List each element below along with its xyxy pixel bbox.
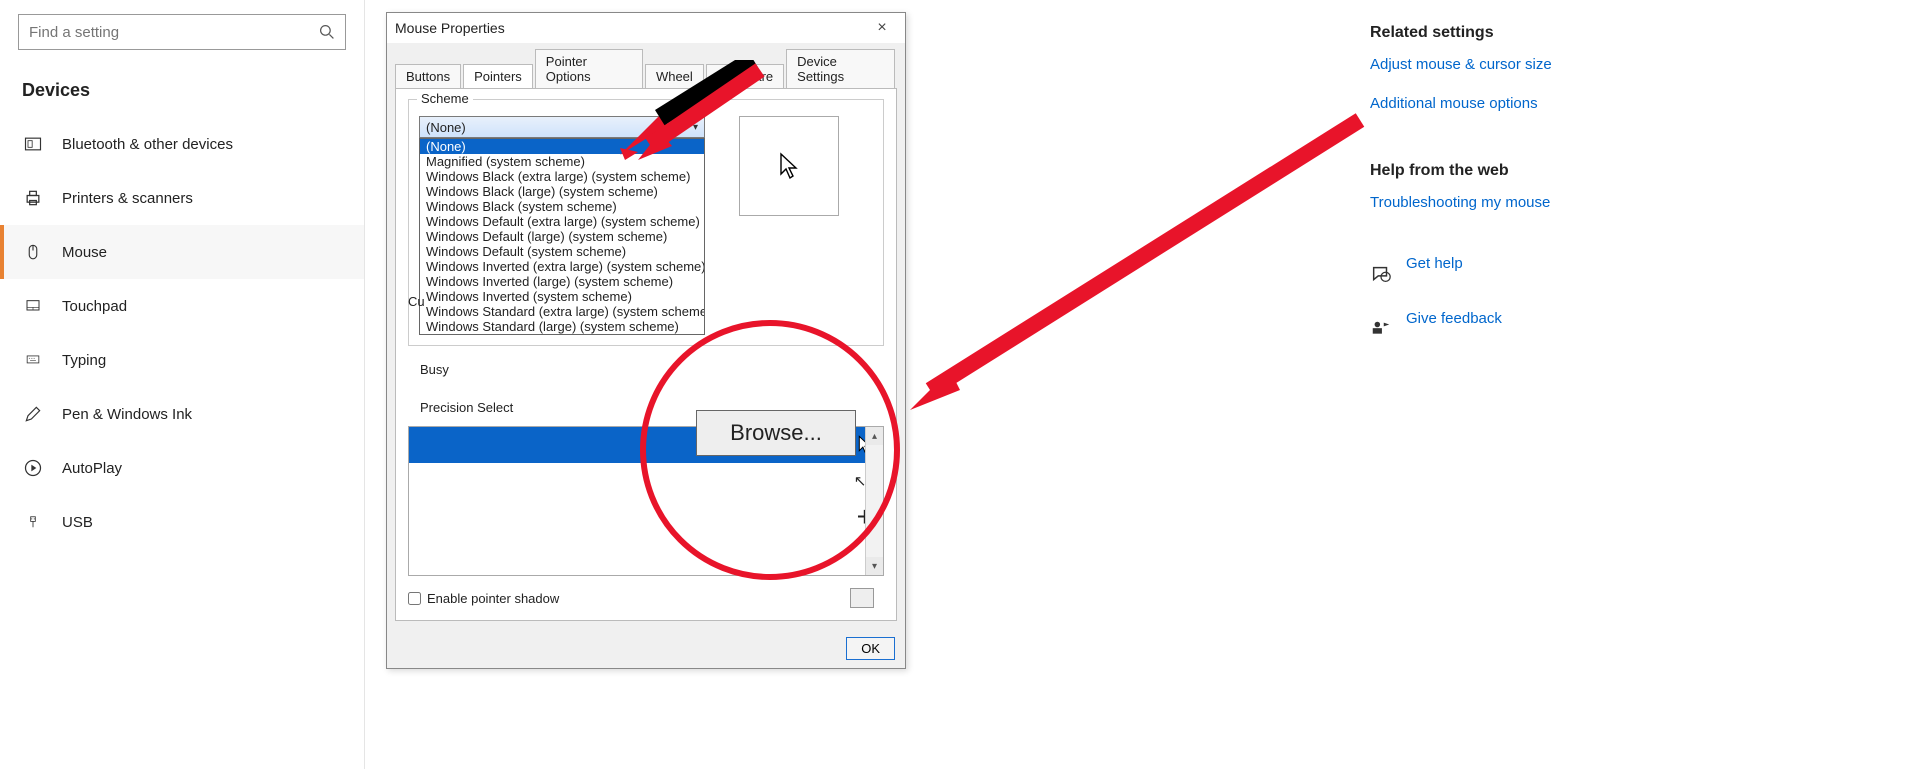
printer-icon xyxy=(22,187,44,209)
cursor-list-row[interactable]: ↖? xyxy=(409,463,883,499)
browse-button[interactable]: Browse... xyxy=(696,410,856,456)
list-scrollbar[interactable]: ▴ ▾ xyxy=(865,427,883,575)
feedback-icon xyxy=(1370,319,1392,341)
scheme-option[interactable]: Windows Standard (extra large) (system s… xyxy=(420,304,704,319)
scheme-option[interactable]: Windows Inverted (system scheme) xyxy=(420,289,704,304)
scheme-option[interactable]: Windows Default (extra large) (system sc… xyxy=(420,214,704,229)
scheme-option[interactable]: Windows Black (large) (system scheme) xyxy=(420,184,704,199)
sidebar-item-label: Typing xyxy=(62,352,106,369)
tab-pointers[interactable]: Pointers xyxy=(463,64,533,89)
autoplay-icon xyxy=(22,457,44,479)
cursor-arrow-icon xyxy=(778,152,800,180)
scroll-up-icon[interactable]: ▴ xyxy=(866,427,883,445)
mouse-properties-dialog: Mouse Properties × ButtonsPointersPointe… xyxy=(386,12,906,669)
mouse-icon xyxy=(22,241,44,263)
link-adjust-mouse-cursor-size[interactable]: Adjust mouse & cursor size xyxy=(1370,56,1620,73)
get-help-link[interactable]: Get help xyxy=(1370,255,1620,294)
give-feedback-label[interactable]: Give feedback xyxy=(1406,310,1502,327)
sidebar-item-mouse[interactable]: Mouse xyxy=(0,225,364,279)
sidebar-heading: Devices xyxy=(0,60,364,117)
scheme-dropdown[interactable]: (None) ▾ xyxy=(419,116,705,138)
scheme-option[interactable]: Windows Inverted (large) (system scheme) xyxy=(420,274,704,289)
scroll-down-icon[interactable]: ▾ xyxy=(866,557,883,575)
sidebar-item-label: Mouse xyxy=(62,244,107,261)
related-settings-column: Related settings Adjust mouse & cursor s… xyxy=(1370,14,1620,365)
busy-label: Busy xyxy=(420,362,449,377)
enable-pointer-shadow-checkbox[interactable] xyxy=(408,592,421,605)
sidebar-item-label: Touchpad xyxy=(62,298,127,315)
tab-device-settings[interactable]: Device Settings xyxy=(786,49,895,88)
settings-sidebar: Devices Bluetooth & other devices Printer… xyxy=(0,0,365,769)
scheme-fieldset: Scheme (None) ▾ (None)Magnified (system … xyxy=(408,99,884,346)
scheme-option[interactable]: Windows Black (system scheme) xyxy=(420,199,704,214)
sidebar-item-label: USB xyxy=(62,514,93,531)
sidebar-item-label: Pen & Windows Ink xyxy=(62,406,192,423)
enable-pointer-shadow-label: Enable pointer shadow xyxy=(427,591,559,606)
get-help-label[interactable]: Get help xyxy=(1406,255,1463,272)
sidebar-item-keyboard[interactable]: Typing xyxy=(0,333,364,387)
use-default-button-fragment[interactable] xyxy=(850,588,874,608)
scheme-option[interactable]: Windows Black (extra large) (system sche… xyxy=(420,169,704,184)
sidebar-item-printer[interactable]: Printers & scanners xyxy=(0,171,364,225)
tab-pointer-options[interactable]: Pointer Options xyxy=(535,49,643,88)
scheme-option[interactable]: (None) xyxy=(420,139,704,154)
chat-icon xyxy=(1370,264,1392,286)
scheme-option[interactable]: Windows Standard (large) (system scheme) xyxy=(420,319,704,334)
sidebar-item-pen[interactable]: Pen & Windows Ink xyxy=(0,387,364,441)
annotation-arrow-browse xyxy=(890,110,1370,410)
scheme-option[interactable]: Windows Inverted (extra large) (system s… xyxy=(420,259,704,274)
cursor-list-row[interactable]: + xyxy=(409,499,883,535)
sidebar-nav: Bluetooth & other devices Printers & scan… xyxy=(0,117,364,549)
ok-button[interactable]: OK xyxy=(846,637,895,660)
sidebar-item-label: Printers & scanners xyxy=(62,190,193,207)
sidebar-item-autoplay[interactable]: AutoPlay xyxy=(0,441,364,495)
cursor-preview-box xyxy=(739,116,839,216)
dialog-title: Mouse Properties xyxy=(395,20,505,36)
pointers-tab-body: Scheme (None) ▾ (None)Magnified (system … xyxy=(395,88,897,621)
link-troubleshooting-mouse[interactable]: Troubleshooting my mouse xyxy=(1370,194,1620,211)
usb-icon xyxy=(22,511,44,533)
scheme-dropdown-list[interactable]: (None)Magnified (system scheme)Windows B… xyxy=(419,138,705,335)
touchpad-icon xyxy=(22,295,44,317)
dialog-close-button[interactable]: × xyxy=(867,16,897,40)
customize-label-fragment: Cu xyxy=(408,294,425,309)
bluetooth-icon xyxy=(22,133,44,155)
scheme-selected-value: (None) xyxy=(426,120,466,135)
tab-hardware[interactable]: Hardware xyxy=(706,64,784,88)
sidebar-item-label: Bluetooth & other devices xyxy=(62,136,233,153)
sidebar-item-bluetooth[interactable]: Bluetooth & other devices xyxy=(0,117,364,171)
precision-select-label: Precision Select xyxy=(420,400,513,415)
scheme-option[interactable]: Windows Default (large) (system scheme) xyxy=(420,229,704,244)
search-input[interactable] xyxy=(29,24,319,41)
search-icon xyxy=(319,24,335,40)
tab-wheel[interactable]: Wheel xyxy=(645,64,704,88)
give-feedback-link[interactable]: Give feedback xyxy=(1370,310,1620,349)
dialog-tabs: ButtonsPointersPointer OptionsWheelHardw… xyxy=(387,43,905,88)
link-additional-mouse-options[interactable]: Additional mouse options xyxy=(1370,95,1620,112)
tab-buttons[interactable]: Buttons xyxy=(395,64,461,88)
scheme-option[interactable]: Magnified (system scheme) xyxy=(420,154,704,169)
sidebar-item-usb[interactable]: USB xyxy=(0,495,364,549)
sidebar-item-label: AutoPlay xyxy=(62,460,122,477)
keyboard-icon xyxy=(22,349,44,371)
scheme-option[interactable]: Windows Default (system scheme) xyxy=(420,244,704,259)
pen-icon xyxy=(22,403,44,425)
scheme-legend: Scheme xyxy=(417,91,473,106)
related-settings-heading: Related settings xyxy=(1370,24,1620,42)
find-setting-search[interactable] xyxy=(18,14,346,50)
help-from-web-heading: Help from the web xyxy=(1370,162,1620,180)
sidebar-item-touchpad[interactable]: Touchpad xyxy=(0,279,364,333)
chevron-down-icon: ▾ xyxy=(693,122,698,133)
